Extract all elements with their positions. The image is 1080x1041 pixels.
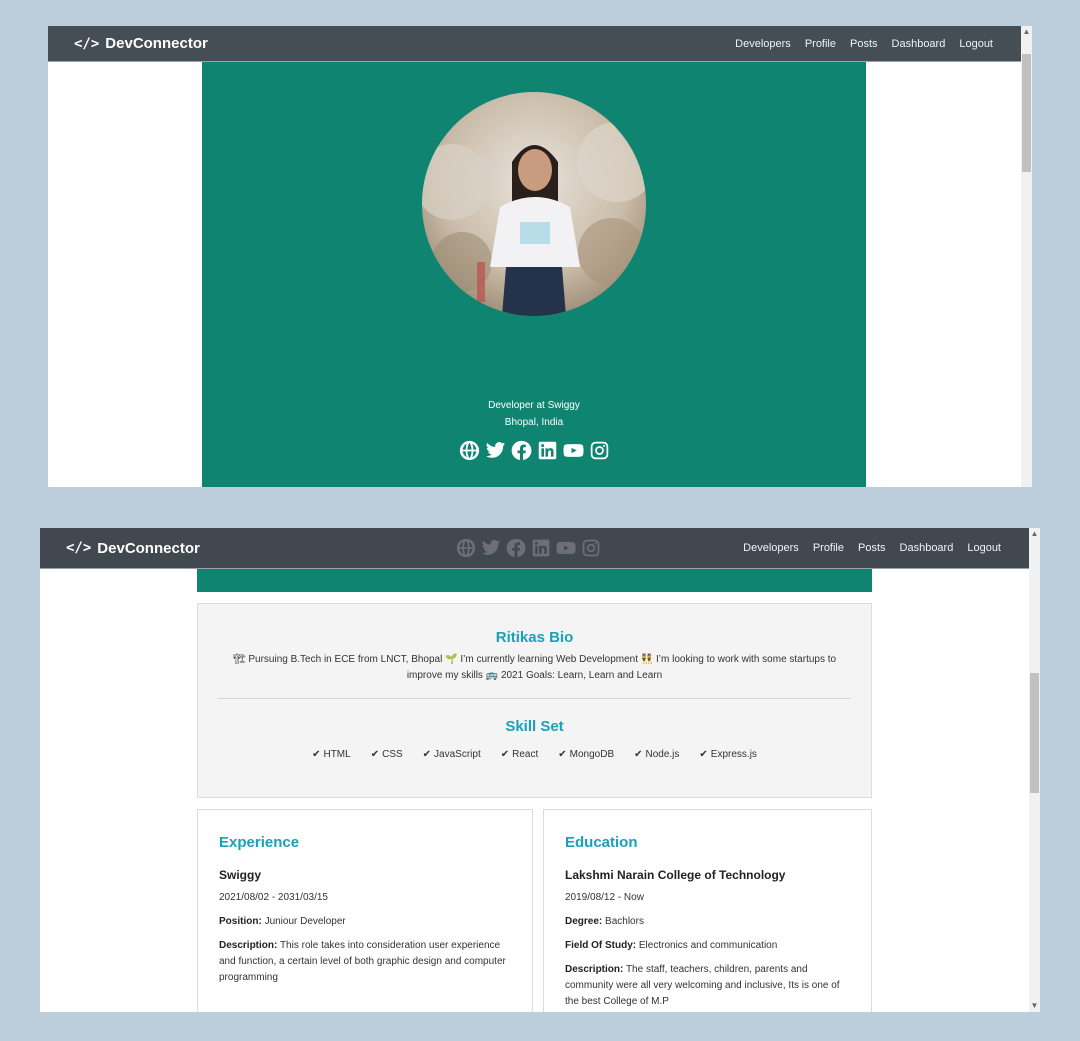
social-links xyxy=(202,440,866,466)
nav-links: Developers Profile Posts Dashboard Logou… xyxy=(743,542,1001,554)
skill-item: ✔ Express.js xyxy=(699,749,757,760)
skill-item: ✔ Node.js xyxy=(634,749,680,760)
education-degree: Degree: Bachlors xyxy=(565,916,644,927)
linkedin-icon xyxy=(531,538,551,563)
nav-link-profile[interactable]: Profile xyxy=(805,38,836,50)
scrollbar[interactable]: ▲ xyxy=(1021,26,1032,487)
twitter-icon xyxy=(481,538,501,563)
nav-link-developers[interactable]: Developers xyxy=(735,38,791,50)
nav-link-dashboard[interactable]: Dashboard xyxy=(900,542,954,554)
brand-name: DevConnector xyxy=(97,539,200,557)
profile-role: Developer at Swiggy xyxy=(488,400,580,411)
profile-header-screenshot: </> DevConnector Developers Profile Post… xyxy=(48,26,1032,487)
profile-top-card: Developer at Swiggy Bhopal, India xyxy=(202,62,866,487)
skill-item: ✔ CSS xyxy=(370,749,403,760)
nav-links: Developers Profile Posts Dashboard Logou… xyxy=(735,38,993,50)
education-dates: 2019/08/12 - Now xyxy=(565,892,644,903)
bio-title: Ritikas Bio xyxy=(495,629,574,646)
check-icon: ✔ xyxy=(312,749,321,760)
check-icon: ✔ xyxy=(558,749,567,760)
twitter-icon[interactable] xyxy=(485,440,506,466)
social-links-behind-navbar xyxy=(456,538,601,563)
youtube-icon xyxy=(556,538,576,563)
facebook-icon[interactable] xyxy=(511,440,532,466)
instagram-icon xyxy=(581,538,601,563)
check-icon: ✔ xyxy=(634,749,643,760)
skill-item: ✔ React xyxy=(500,749,539,760)
scroll-thumb[interactable] xyxy=(1022,54,1031,172)
profile-location: Bhopal, India xyxy=(504,417,564,428)
divider xyxy=(218,698,851,699)
instagram-icon[interactable] xyxy=(589,440,610,466)
experience-company: Swiggy xyxy=(219,868,262,882)
experience-dates: 2021/08/02 - 2031/03/15 xyxy=(219,892,328,903)
experience-title: Experience xyxy=(219,834,300,851)
avatar xyxy=(422,92,646,316)
education-title: Education xyxy=(565,834,638,851)
facebook-icon xyxy=(506,538,526,563)
check-icon: ✔ xyxy=(500,749,510,760)
nav-link-developers[interactable]: Developers xyxy=(743,542,799,554)
brand-logo[interactable]: </> DevConnector xyxy=(74,35,208,52)
scrollbar[interactable]: ▲ ▼ xyxy=(1029,528,1040,1012)
linkedin-icon[interactable] xyxy=(537,440,558,466)
skills-list: ✔ HTML ✔ CSS ✔ JavaScript ✔ React ✔ MongoDB ✔… xyxy=(198,749,871,760)
experience-description: Description: This role takes into consid… xyxy=(219,940,506,983)
check-icon: ✔ xyxy=(699,749,708,760)
globe-icon xyxy=(456,538,476,563)
profile-details-screenshot: </> DevConnector Developers Profile Post… xyxy=(40,528,1040,1012)
bio-card: Ritikas Bio 🏗 Pursuing B.Tech in ECE fro… xyxy=(197,603,872,798)
youtube-icon[interactable] xyxy=(563,440,584,466)
brand-name: DevConnector xyxy=(105,35,208,52)
skills-title: Skill Set xyxy=(505,718,564,735)
nav-link-profile[interactable]: Profile xyxy=(813,542,844,554)
profile-top-card-bottom xyxy=(197,568,872,592)
experience-card: Experience Swiggy 2021/08/02 - 2031/03/1… xyxy=(197,809,533,1012)
brand-logo[interactable]: </> DevConnector xyxy=(66,540,200,557)
nav-link-posts[interactable]: Posts xyxy=(858,542,886,554)
education-description: Description: The staff, teachers, childr… xyxy=(565,964,840,1007)
nav-link-dashboard[interactable]: Dashboard xyxy=(892,38,946,50)
bio-text: 🏗 Pursuing B.Tech in ECE from LNCT, Bhop… xyxy=(232,654,837,681)
scroll-down-icon[interactable]: ▼ xyxy=(1029,1000,1040,1012)
education-card: Education Lakshmi Narain College of Tech… xyxy=(543,809,872,1012)
globe-icon[interactable] xyxy=(459,440,480,466)
check-icon: ✔ xyxy=(422,749,432,760)
education-field: Field Of Study: Electronics and communic… xyxy=(565,940,778,951)
scroll-thumb[interactable] xyxy=(1030,673,1039,793)
experience-position: Position: Juniour Developer xyxy=(219,916,346,927)
check-icon: ✔ xyxy=(370,749,380,760)
nav-link-logout[interactable]: Logout xyxy=(967,542,1001,554)
code-icon: </> xyxy=(74,35,100,52)
skill-item: ✔ MongoDB xyxy=(558,749,615,760)
nav-link-posts[interactable]: Posts xyxy=(850,38,878,50)
nav-link-logout[interactable]: Logout xyxy=(959,38,993,50)
scroll-up-icon[interactable]: ▲ xyxy=(1029,528,1040,540)
code-icon: </> xyxy=(66,540,92,556)
scroll-up-icon[interactable]: ▲ xyxy=(1021,26,1032,38)
skill-item: ✔ HTML xyxy=(312,749,351,760)
navbar: </> DevConnector Developers Profile Post… xyxy=(48,26,1021,62)
education-school: Lakshmi Narain College of Technology xyxy=(565,868,786,882)
skill-item: ✔ JavaScript xyxy=(422,749,481,760)
